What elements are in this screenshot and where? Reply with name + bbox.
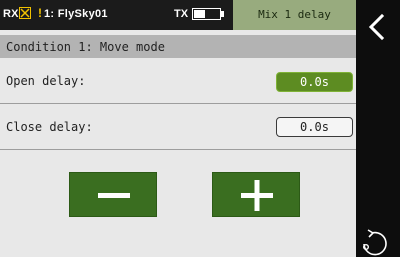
section-title: Condition 1: Move mode	[6, 40, 165, 54]
battery-icon	[192, 8, 221, 20]
battery-level	[194, 10, 205, 18]
tx-label: TX	[174, 8, 189, 20]
chevron-left-icon	[368, 13, 385, 41]
open-delay-label: Open delay:	[6, 74, 86, 88]
divider	[0, 149, 356, 150]
battery-tip	[221, 11, 224, 17]
model-name: 1: FlySky01	[44, 8, 108, 20]
increment-button[interactable]	[212, 172, 300, 217]
reload-button[interactable]	[356, 224, 400, 257]
close-delay-value[interactable]: 0.0s	[276, 117, 353, 137]
back-button[interactable]	[356, 8, 400, 46]
x-box-icon	[19, 7, 31, 19]
reload-icon	[362, 229, 387, 256]
status-bar: RX ! 1: FlySky01 TX Mix 1 delay	[0, 0, 356, 30]
section-header: Condition 1: Move mode	[0, 35, 356, 58]
alert-icon: !	[38, 6, 42, 20]
side-nav	[356, 0, 400, 257]
page-title-box: Mix 1 delay	[233, 0, 356, 30]
close-delay-label: Close delay:	[6, 120, 93, 134]
mix-delay-screen: RX ! 1: FlySky01 TX Mix 1 delay Conditio…	[0, 0, 400, 257]
page-title: Mix 1 delay	[258, 8, 331, 21]
rx-label: RX	[3, 8, 19, 20]
minus-icon	[98, 193, 130, 198]
close-delay-row[interactable]: Close delay: 0.0s	[0, 104, 356, 149]
plus-icon	[241, 180, 273, 211]
open-delay-row[interactable]: Open delay: 0.0s	[0, 58, 356, 103]
open-delay-value[interactable]: 0.0s	[276, 72, 353, 92]
decrement-button[interactable]	[69, 172, 157, 217]
